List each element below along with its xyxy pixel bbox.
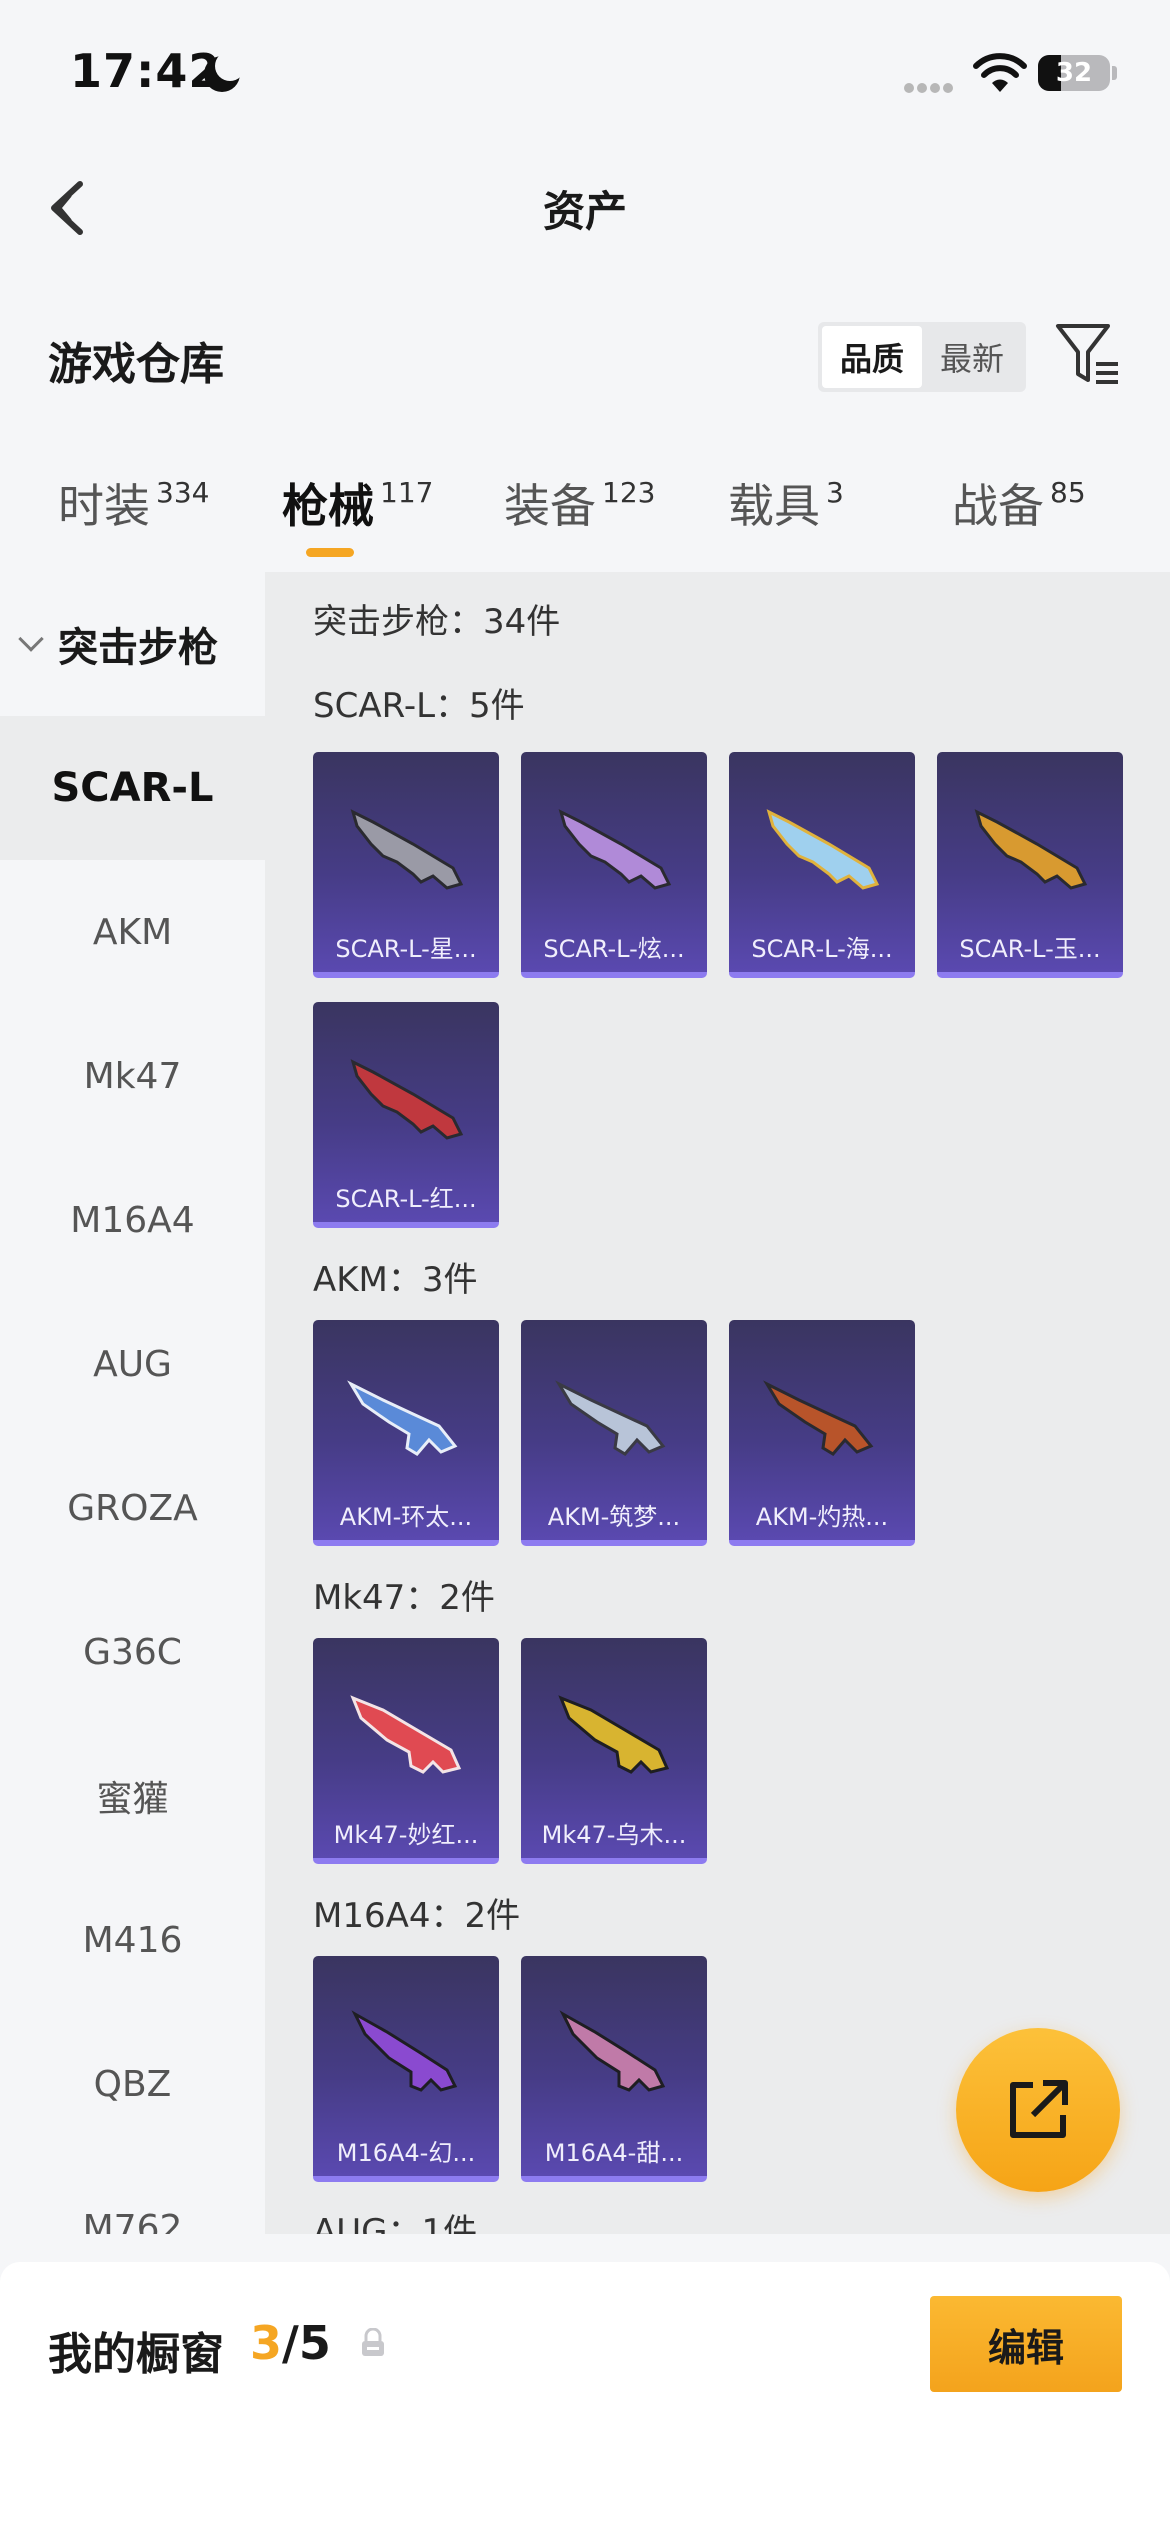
weapon-card[interactable]: SCAR-L-红...: [313, 1002, 499, 1228]
tab-count: 334: [156, 476, 210, 509]
sidebar-item-g36c[interactable]: G36C: [0, 1580, 265, 1724]
sidebar-item-qbz[interactable]: QBZ: [0, 2012, 265, 2156]
weapon-card[interactable]: SCAR-L-炫...: [521, 752, 707, 978]
moon-icon: [204, 51, 245, 92]
section-title-aug: AUG：1件: [313, 2212, 478, 2234]
sidebar-item-honey-badger[interactable]: 蜜獾: [0, 1724, 265, 1868]
weapon-card[interactable]: Mk47-乌木...: [521, 1638, 707, 1864]
tab-count: 123: [602, 476, 656, 509]
tab-count: 3: [826, 476, 844, 509]
share-icon: [1010, 2080, 1068, 2138]
chevron-down-icon: [18, 626, 44, 652]
weapon-card[interactable]: SCAR-L-玉...: [937, 752, 1123, 978]
signal-icon: [904, 78, 960, 93]
tab-vehicles[interactable]: 载具 3: [728, 470, 844, 536]
rifle-icon: [763, 1380, 874, 1456]
weapon-card[interactable]: SCAR-L-海...: [729, 752, 915, 978]
section-title-m16a4: M16A4：2件: [313, 1896, 521, 1936]
weapon-grid-panel: 突击步枪：34件 SCAR-L：5件 SCAR-L-星... SCAR-L-炫.…: [265, 572, 1170, 2234]
rifle-icon: [766, 809, 880, 890]
tab-battle-gear[interactable]: 战备 85: [952, 470, 1086, 536]
tab-equipment[interactable]: 装备 123: [504, 470, 655, 536]
section-title-akm: AKM：3件: [313, 1260, 478, 1300]
rifle-icon: [558, 1695, 670, 1774]
group-summary: 突击步枪：34件: [313, 602, 561, 642]
showcase-panel: 我的橱窗 3/5 编辑: [0, 2262, 1170, 2532]
section-title-scar-l: SCAR-L：5件: [313, 686, 525, 726]
lock-icon: [362, 2328, 384, 2356]
battery-nub: [1112, 66, 1117, 80]
tab-fashion[interactable]: 时装 334: [58, 470, 209, 536]
tab-indicator: [306, 548, 354, 557]
sidebar-group-assault-rifles[interactable]: 突击步枪: [0, 572, 265, 716]
battery-icon: 32: [1038, 55, 1110, 91]
share-button[interactable]: [956, 2028, 1120, 2192]
sidebar-item-scar-l[interactable]: SCAR-L: [0, 716, 265, 860]
rifle-icon: [558, 809, 672, 890]
weapon-card[interactable]: M16A4-甜...: [521, 1956, 707, 2182]
rifle-icon: [350, 809, 464, 890]
weapon-card[interactable]: SCAR-L-星...: [313, 752, 499, 978]
wifi-icon: [973, 53, 1027, 92]
rifle-icon: [351, 2010, 458, 2092]
sidebar-item-mk47[interactable]: Mk47: [0, 1004, 265, 1148]
showcase-label: 我的橱窗: [48, 2329, 224, 2380]
tab-count: 117: [380, 476, 434, 509]
status-time: 17:42: [70, 44, 222, 98]
rifle-icon: [350, 1059, 464, 1140]
sidebar-item-groza[interactable]: GROZA: [0, 1436, 265, 1580]
filter-icon[interactable]: [1052, 320, 1122, 390]
sort-toggle: 品质 最新: [818, 322, 1026, 392]
weapon-sidebar: 突击步枪 SCAR-L AKM Mk47 M16A4 AUG GROZA G36…: [0, 572, 265, 2234]
weapon-card[interactable]: AKM-灼热...: [729, 1320, 915, 1546]
showcase-count: 3/5: [250, 2316, 331, 2370]
tab-count: 85: [1050, 476, 1086, 509]
category-tabs: 时装 334 枪械 117 装备 123 载具 3 战备 85: [0, 470, 1170, 560]
sidebar-item-akm[interactable]: AKM: [0, 860, 265, 1004]
weapon-card[interactable]: AKM-筑梦...: [521, 1320, 707, 1546]
status-bar: 17:42 32: [0, 0, 1170, 150]
rifle-icon: [347, 1380, 458, 1456]
sidebar-item-m762[interactable]: M762: [0, 2156, 265, 2235]
battery-level: 32: [1055, 58, 1093, 88]
rifle-icon: [974, 809, 1088, 890]
sort-latest-button[interactable]: 最新: [922, 326, 1022, 388]
weapon-card[interactable]: Mk47-妙红...: [313, 1638, 499, 1864]
page-title: 资产: [542, 187, 627, 236]
sort-quality-button[interactable]: 品质: [822, 326, 922, 388]
weapon-card[interactable]: M16A4-幻...: [313, 1956, 499, 2182]
rifle-icon: [555, 1380, 666, 1456]
section-title-mk47: Mk47：2件: [313, 1578, 495, 1618]
rifle-icon: [350, 1695, 462, 1774]
sidebar-item-m16a4[interactable]: M16A4: [0, 1148, 265, 1292]
rifle-icon: [559, 2010, 666, 2092]
weapon-card[interactable]: AKM-环太...: [313, 1320, 499, 1546]
sidebar-item-aug[interactable]: AUG: [0, 1292, 265, 1436]
section-title: 游戏仓库: [48, 339, 224, 390]
sidebar-item-m416[interactable]: M416: [0, 1868, 265, 2012]
tab-firearms[interactable]: 枪械 117: [282, 470, 433, 536]
edit-button[interactable]: 编辑: [930, 2296, 1122, 2392]
